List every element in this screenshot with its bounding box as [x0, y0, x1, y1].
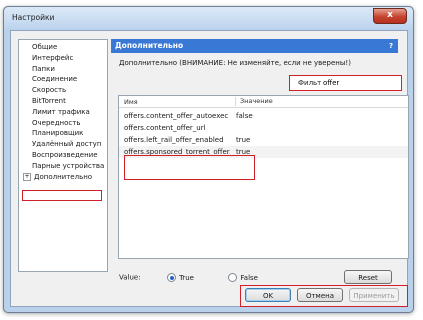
radio-false-label: False [240, 273, 258, 282]
radio-true[interactable]: True [167, 273, 196, 282]
sidebar-item-traffic-limit[interactable]: Лимит трафика [19, 107, 107, 118]
warning-label: Дополнительно (ВНИМАНИЕ: Не изменяйте, е… [119, 59, 351, 67]
title-bar: Настройки x [4, 7, 413, 29]
expand-plus-icon[interactable]: + [23, 172, 31, 181]
column-header-value[interactable]: Значение [235, 97, 273, 106]
settings-window: Настройки x Общие Интерфейс Папки Соедин… [3, 6, 414, 313]
rows-highlight [124, 155, 255, 180]
advanced-item-highlight [22, 190, 102, 201]
panel-header-title: Дополнительно [115, 41, 184, 50]
sidebar-item-label: BitTorrent [32, 96, 66, 105]
window-title: Настройки [12, 13, 55, 22]
help-icon[interactable]: ? [387, 42, 395, 50]
radio-false[interactable]: False [228, 273, 258, 282]
close-button[interactable]: x [373, 8, 407, 24]
sidebar-item-label: Скорость [32, 86, 67, 95]
sidebar-item-general[interactable]: Общие [19, 42, 107, 53]
sidebar-item-bittorrent[interactable]: BitTorrent [19, 96, 107, 107]
radio-checked-icon[interactable] [167, 273, 177, 282]
panel-header: Дополнительно ? [111, 39, 398, 53]
sidebar-item-label: Очередность [32, 118, 81, 127]
row-value: true [236, 136, 251, 144]
table-header: Имя Значение [119, 96, 408, 108]
dialog-client-area: Общие Интерфейс Папки Соединение Скорост… [10, 30, 409, 307]
sidebar-item-playback[interactable]: Воспроизведение [19, 150, 107, 161]
sidebar-item-paired-devices[interactable]: Парные устройства [19, 161, 107, 172]
row-name: offers.content_offer_autoexec [124, 112, 229, 120]
reset-button[interactable]: Reset [344, 270, 392, 284]
radio-true-label: True [179, 273, 194, 282]
filter-box: Фильт [289, 75, 402, 91]
value-controls: Value: True False [119, 273, 258, 282]
sidebar-item-scheduler[interactable]: Планировщик [19, 128, 107, 139]
sidebar-item-advanced[interactable]: + Дополнительно [19, 172, 107, 183]
sidebar-item-label: Интерфейс [32, 53, 74, 62]
sidebar-item-label: Папки [32, 64, 55, 73]
table-row[interactable]: offers.left_rail_offer_enabled true [119, 134, 408, 146]
sidebar-item-folders[interactable]: Папки [19, 64, 107, 75]
value-label: Value: [119, 273, 141, 282]
sidebar-item-label: Соединение [32, 75, 78, 84]
row-name: offers.content_offer_url [124, 124, 206, 132]
row-value: false [236, 112, 253, 120]
sidebar-item-remote[interactable]: Удалённый доступ [19, 139, 107, 150]
sidebar-item-connection[interactable]: Соединение [19, 74, 107, 85]
filter-label: Фильт [298, 79, 322, 87]
sidebar-item-label: Удалённый доступ [32, 140, 102, 149]
filter-input[interactable] [323, 78, 391, 88]
sidebar-item-interface[interactable]: Интерфейс [19, 53, 107, 64]
table-row[interactable]: offers.content_offer_autoexec false [119, 110, 408, 122]
buttons-highlight [240, 285, 408, 307]
sidebar-item-label: Планировщик [32, 129, 84, 138]
settings-category-tree: Общие Интерфейс Папки Соединение Скорост… [18, 39, 108, 272]
row-name: offers.left_rail_offer_enabled [124, 136, 224, 144]
sidebar-item-label: Лимит трафика [32, 107, 90, 116]
sidebar-item-label: Воспроизведение [32, 150, 98, 159]
sidebar-item-label: Парные устройства [32, 161, 105, 170]
sidebar-item-speed[interactable]: Скорость [19, 85, 107, 96]
radio-unchecked-icon[interactable] [228, 273, 238, 282]
sidebar-item-label: Дополнительно [34, 172, 93, 181]
sidebar-item-queueing[interactable]: Очередность [19, 118, 107, 129]
sidebar-item-label: Общие [32, 43, 58, 51]
column-header-name[interactable]: Имя [124, 98, 138, 106]
table-row[interactable]: offers.content_offer_url [119, 122, 408, 134]
